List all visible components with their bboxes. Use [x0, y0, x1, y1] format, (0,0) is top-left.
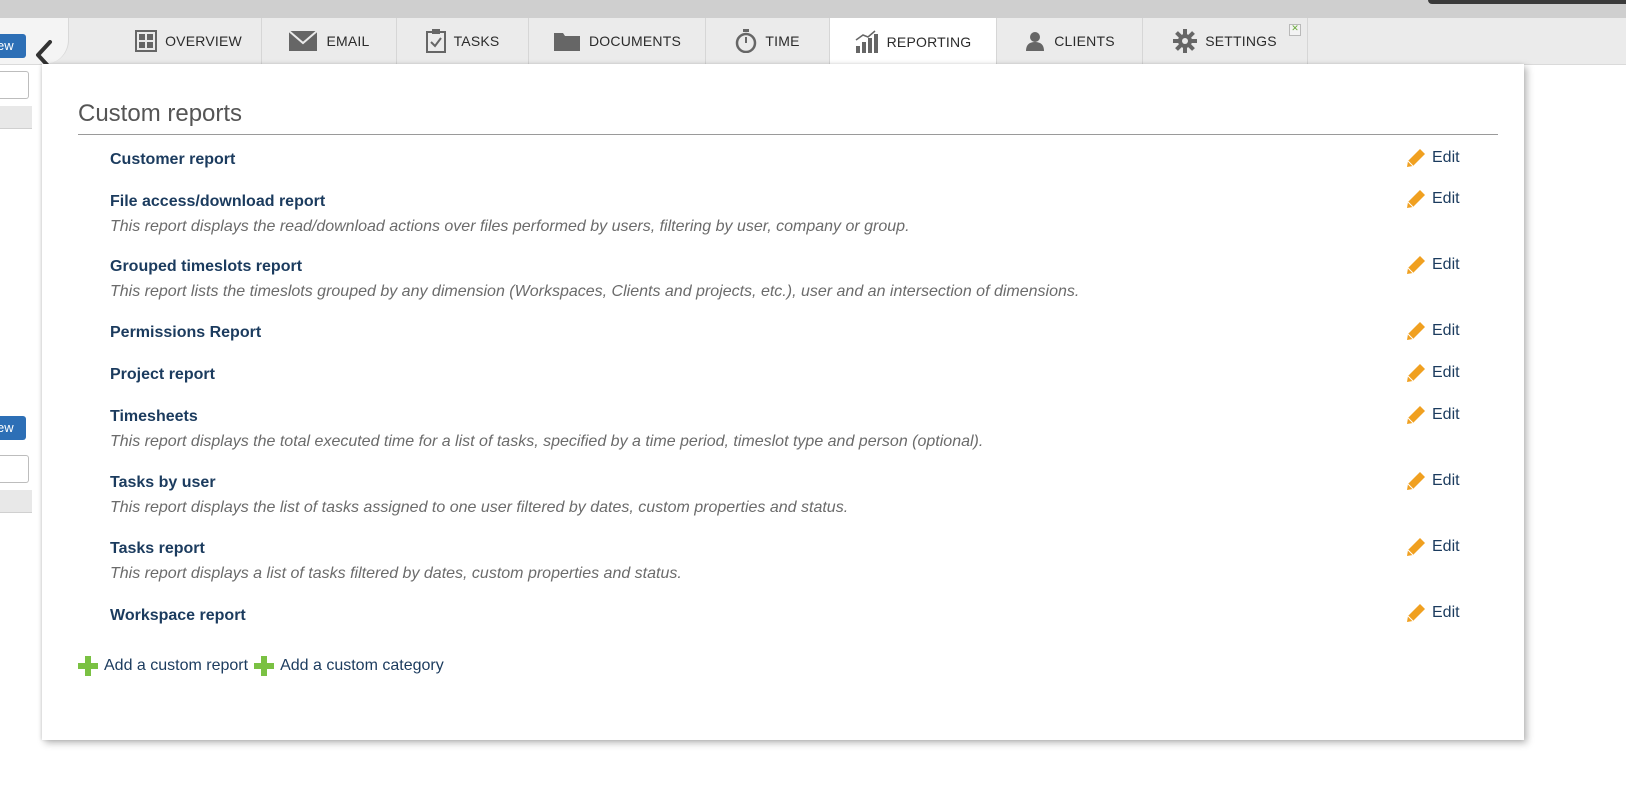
new-button[interactable]: ew	[0, 34, 26, 58]
edit-button[interactable]: Edit	[1406, 148, 1460, 168]
report-description: This report displays a list of tasks fil…	[110, 565, 682, 582]
report-description: This report displays the read/download a…	[110, 218, 910, 235]
documents-icon	[553, 33, 580, 51]
edit-label: Edit	[1432, 364, 1460, 381]
report-description: This report displays the list of tasks a…	[110, 499, 849, 516]
report-item: Grouped timeslots report This report lis…	[110, 258, 1470, 301]
plus-icon	[254, 656, 275, 676]
report-item: Workspace report	[110, 607, 1470, 625]
tab-settings[interactable]: SETTINGS	[1143, 18, 1308, 64]
tab-email[interactable]: EMAIL	[262, 18, 397, 64]
tab-label: CLIENTS	[1054, 33, 1115, 49]
tasks-icon	[425, 29, 446, 53]
report-description: This report lists the timeslots grouped …	[110, 283, 1080, 300]
tab-reporting[interactable]: REPORTING	[830, 18, 997, 65]
report-actions: Add a custom report Add a custom categor…	[78, 656, 450, 676]
pencil-icon	[1407, 538, 1425, 556]
report-item: File access/download report This report …	[110, 193, 1470, 236]
add-category-label: Add a custom category	[280, 657, 444, 674]
tab-tasks[interactable]: TASKS	[397, 18, 529, 64]
report-link[interactable]: Workspace report	[110, 607, 1470, 625]
sidebar-input-2[interactable]	[0, 455, 29, 483]
report-item: Customer report	[110, 151, 1470, 169]
pencil-icon	[1407, 604, 1425, 622]
tab-time[interactable]: TIME	[706, 18, 830, 64]
pencil-icon	[1407, 406, 1425, 424]
email-icon	[288, 30, 319, 51]
window-top-strip	[0, 0, 1626, 18]
report-link[interactable]: Grouped timeslots report	[110, 258, 1470, 276]
page-title: Custom reports	[78, 100, 1498, 135]
tab-label: TIME	[765, 33, 800, 49]
time-icon	[736, 29, 757, 53]
tab-label: REPORTING	[886, 33, 972, 50]
tab-label: DOCUMENTS	[588, 33, 682, 49]
tab-label: TASKS	[453, 33, 500, 49]
edit-button[interactable]: Edit	[1406, 321, 1460, 341]
edit-button[interactable]: Edit	[1406, 255, 1460, 275]
pencil-icon	[1407, 190, 1425, 208]
reporting-icon	[855, 29, 878, 53]
pencil-icon	[1407, 256, 1425, 274]
tab-label: SETTINGS	[1205, 33, 1277, 49]
report-link[interactable]: Permissions Report	[110, 324, 1470, 342]
edit-label: Edit	[1432, 406, 1460, 423]
tab-clients[interactable]: CLIENTS	[997, 18, 1143, 64]
report-item: Timesheets This report displays the tota…	[110, 408, 1470, 451]
settings-icon	[1173, 29, 1198, 53]
edit-label: Edit	[1432, 472, 1460, 489]
edit-label: Edit	[1432, 322, 1460, 339]
pencil-icon	[1407, 149, 1425, 167]
report-description: This report displays the total executed …	[110, 433, 984, 450]
edit-button[interactable]: Edit	[1406, 363, 1460, 383]
new-button-2[interactable]: ew	[0, 416, 26, 440]
edit-button[interactable]: Edit	[1406, 537, 1460, 557]
edit-button[interactable]: Edit	[1406, 405, 1460, 425]
edit-label: Edit	[1432, 604, 1460, 621]
edit-label: Edit	[1432, 256, 1460, 273]
sidebar-header	[0, 106, 32, 129]
pencil-icon	[1407, 322, 1425, 340]
report-link[interactable]: Timesheets	[110, 408, 1470, 426]
report-link[interactable]: Tasks by user	[110, 474, 1470, 492]
report-link[interactable]: Customer report	[110, 151, 1470, 169]
tab-overview[interactable]: OVERVIEW	[116, 18, 262, 64]
report-item: Permissions Report	[110, 324, 1470, 342]
add-custom-report-link[interactable]: Add a custom report	[78, 656, 248, 676]
edit-label: Edit	[1432, 149, 1460, 166]
add-report-label: Add a custom report	[104, 657, 249, 674]
edit-label: Edit	[1432, 538, 1460, 555]
report-item: Tasks report This report displays a list…	[110, 540, 1470, 583]
clients-icon	[1026, 32, 1045, 51]
report-item: Tasks by user This report displays the l…	[110, 474, 1470, 517]
pencil-icon	[1407, 472, 1425, 490]
edit-label: Edit	[1432, 190, 1460, 207]
close-tab-icon[interactable]: ✕	[1289, 24, 1301, 36]
tab-label: OVERVIEW	[165, 33, 242, 49]
pencil-icon	[1407, 364, 1425, 382]
edit-button[interactable]: Edit	[1406, 189, 1460, 209]
top-right-bar	[1428, 0, 1626, 4]
report-link[interactable]: Tasks report	[110, 540, 1470, 558]
tab-label: EMAIL	[326, 33, 370, 49]
plus-icon	[78, 656, 98, 676]
sidebar-header-2	[0, 490, 32, 513]
report-link[interactable]: Project report	[110, 366, 1470, 384]
overview-icon	[135, 30, 158, 52]
report-link[interactable]: File access/download report	[110, 193, 1470, 211]
report-item: Project report	[110, 366, 1470, 384]
add-custom-category-link[interactable]: Add a custom category	[254, 656, 444, 676]
edit-button[interactable]: Edit	[1406, 471, 1460, 491]
tab-documents[interactable]: DOCUMENTS	[529, 18, 706, 64]
edit-button[interactable]: Edit	[1406, 603, 1460, 623]
sidebar-input[interactable]	[0, 71, 29, 99]
